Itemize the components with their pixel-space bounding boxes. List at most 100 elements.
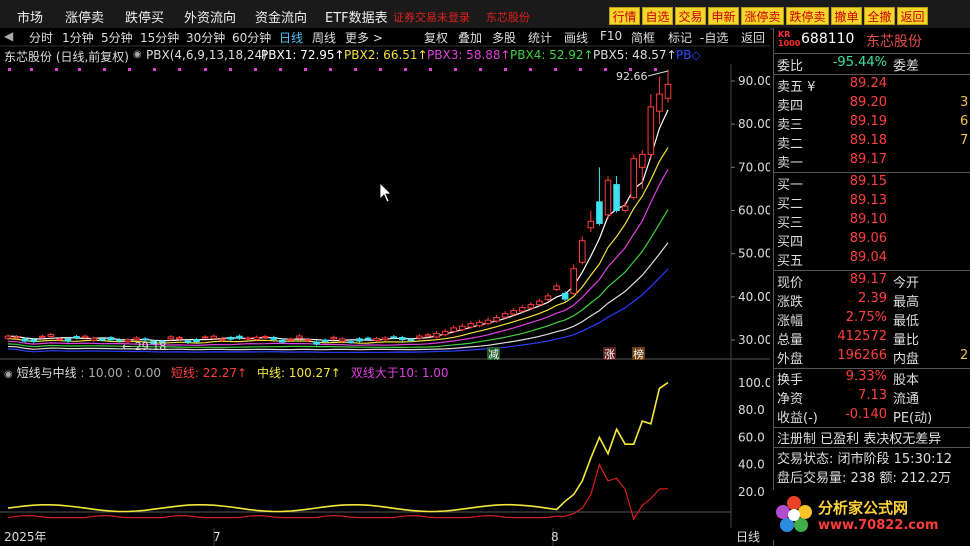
stat-row-1-value: 2.39 [858,291,887,306]
candle-up [424,334,432,337]
stat-row-2[interactable]: 涨幅 2.75% 最低 [774,310,970,329]
bid-row-4[interactable]: 买四 89.06 [774,231,970,250]
stat-row-1-label: 涨跌 [777,295,804,310]
ask-row-1[interactable]: 卖一 89.17 [774,152,970,171]
signal-dot [529,68,532,71]
candle-up [210,335,218,339]
cancel-all-button[interactable]: 全撤 [864,7,895,25]
kline-chart[interactable]: 92.66 ← 29.18 90.00 80.00 70.00 60.00 50.00 4… [0,0,770,546]
bid-row-2[interactable]: 买二 89.13 [774,193,970,212]
mid-line-value: 中线: 100.27↑ [256,366,341,380]
stat2-row-1[interactable]: 净资 7.13 流通 [774,388,970,407]
bid-row-3-label: 买三 [777,216,804,231]
candle-up [441,330,449,336]
signal-dot [103,68,106,71]
candle-down [399,337,406,341]
candle-down [279,339,286,343]
candle-up [373,338,380,341]
candle-up [304,339,312,342]
sub-tick-label: 60.0 [738,430,765,444]
ask-row-4-edge: 3 [960,95,969,110]
ask-row-5[interactable]: 卖五 ¥ 89.24 [774,76,970,95]
ask-row-2-value: 89.18 [849,133,887,148]
separator [774,74,970,75]
signal-dot [128,68,131,71]
candle-up [484,319,492,325]
candle-up [330,336,337,340]
sub-indicator-name[interactable]: 短线与中线 [17,366,77,380]
y-tick-label: 80.00 [738,117,770,131]
ask-row-3-label: 卖三 [777,118,804,133]
bid-row-2-label: 买二 [777,197,804,212]
bid-row-2-value: 89.13 [849,193,887,208]
bid-row-1-value: 89.15 [849,174,887,189]
candle-up [536,300,543,306]
sub-tick-label: 20.0 [738,485,765,499]
stat-row-4[interactable]: 外盘 196266 内盘 2 [774,348,970,367]
limit-down-sell-button[interactable]: 跌停卖 [786,7,829,25]
signal-dot [8,68,11,71]
bid-row-5[interactable]: 买五 89.04 [774,250,970,269]
weibi-row: 委比 -95.44% 委差 [774,55,970,74]
quote-panel: KR 1000 688110 东芯股份 委比 -95.44% 委差 卖五 ¥ 89… [773,28,970,546]
signal-dot [554,68,557,71]
candle-down [596,201,603,224]
signal-dot [454,68,457,71]
candle-up [476,321,483,327]
candle-up [656,93,663,112]
stat2-row-0[interactable]: 换手 9.33% 股本 [774,369,970,388]
pbx3-line [7,168,669,347]
bid-row-1-label: 买一 [777,178,804,193]
stat-row-4-label2: 内盘 [893,352,920,367]
stat2-row-2[interactable]: 收益(-) -0.140 PE(动) [774,407,970,426]
stat2-row-2-label: 收益(-) [777,411,818,426]
candle-down [227,337,235,340]
stock-code: 688110 [801,31,855,47]
stat-row-0-label2: 今开 [893,276,920,291]
sub-tick-label: 40.0 [738,458,765,472]
axis-period-label: 日线 [736,530,760,544]
sub-indicator-settings-icon[interactable]: ◉ [4,369,13,380]
signal-dot-row [8,68,657,71]
stat2-row-1-value: 7.13 [858,388,887,403]
stat-row-3[interactable]: 总量 412572 量比 [774,329,970,348]
candle-up [519,307,526,312]
candle-down [313,341,320,345]
candle-down [356,338,363,342]
stock-tags: 注册制 已盈利 表决权无差异 [777,432,942,447]
ask-row-5-label: 卖五 ¥ [777,80,816,95]
bid-row-1[interactable]: 买一 89.15 [774,174,970,193]
return-button[interactable]: 返回 [897,7,928,25]
ask-row-4[interactable]: 卖四 89.20 3 [774,95,970,114]
candle-up [4,335,12,339]
bid-row-3[interactable]: 买三 89.10 [774,212,970,231]
after-hours-row: 盘后交易量: 238 额: 212.2万 [774,467,970,486]
signal-dot [654,68,657,71]
mid-line-series [7,381,669,513]
candle-down [99,338,106,341]
candle-up [433,333,440,338]
kr-badge-bottom: 1000 [778,39,801,48]
pbx5-line [7,242,669,351]
candle-down [270,336,277,340]
signal-dot [279,68,282,71]
ask-row-2-edge: 7 [960,133,969,148]
ask-row-2[interactable]: 卖二 89.18 7 [774,133,970,152]
signal-dot [178,68,181,71]
candle-down [561,292,569,300]
ask-row-3[interactable]: 卖三 89.19 6 [774,114,970,133]
y-tick-label: 50.00 [738,247,770,261]
after-hours: 盘后交易量: 238 额: 212.2万 [777,471,952,486]
candle-up [450,327,457,332]
signal-dot [78,68,81,71]
candle-up [493,317,500,322]
candle-up [176,337,183,340]
y-tick-label: 60.00 [738,204,770,218]
kr-badge-top: KR [778,30,791,39]
stat-row-0-label: 现价 [777,276,804,291]
separator [774,53,970,54]
cancel-order-button[interactable]: 撤单 [831,7,862,25]
bid-row-5-value: 89.04 [849,250,887,265]
stat-row-1[interactable]: 涨跌 2.39 最高 [774,291,970,310]
stat-row-0[interactable]: 现价 89.17 今开 [774,272,970,291]
